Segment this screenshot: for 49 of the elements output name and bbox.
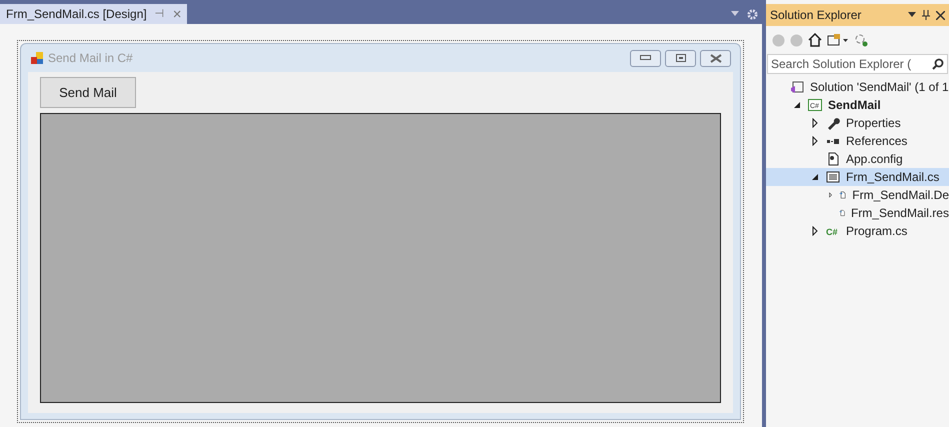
tree-item-label: Frm_SendMail.De xyxy=(852,187,949,204)
collapsed-arrow-icon[interactable] xyxy=(810,136,820,146)
close-icon[interactable] xyxy=(936,10,945,20)
search-icon[interactable] xyxy=(932,58,944,70)
close-icon xyxy=(710,54,722,62)
collapsed-arrow-icon[interactable] xyxy=(828,190,834,200)
minimize-icon xyxy=(640,55,651,61)
pin-icon[interactable] xyxy=(922,10,930,20)
minimize-button[interactable] xyxy=(630,50,661,66)
csharp-file-icon: C# xyxy=(826,224,840,238)
maximize-icon xyxy=(676,54,686,62)
expanded-arrow-icon[interactable] xyxy=(810,172,820,182)
tree-item-label: App.config xyxy=(846,151,903,168)
tree-item-label: References xyxy=(846,133,908,150)
home-icon[interactable] xyxy=(808,33,822,47)
tree-item[interactable]: App.config xyxy=(766,150,949,168)
tree-item-label: Solution 'SendMail' (1 of 1 xyxy=(810,79,949,96)
tree-item-label: Program.cs xyxy=(846,223,908,240)
send-mail-button[interactable]: Send Mail xyxy=(40,77,136,108)
collapsed-arrow-icon[interactable] xyxy=(810,226,820,236)
expanded-arrow-icon[interactable] xyxy=(792,100,802,110)
tree-item-label: SendMail xyxy=(828,97,881,114)
collapsed-arrow-icon[interactable] xyxy=(810,118,820,128)
tree-item[interactable]: Frm_SendMail.De xyxy=(766,186,949,204)
form-window[interactable]: Send Mail in C# Send Mail xyxy=(17,40,744,423)
settings-icon[interactable] xyxy=(747,8,758,20)
tree-item[interactable]: Solution 'SendMail' (1 of 1 xyxy=(766,78,949,96)
tab-title: Frm_SendMail.cs [Design] xyxy=(6,6,147,23)
search-field[interactable]: Search Solution Explorer ( xyxy=(767,54,948,74)
panel-title: Solution Explorer xyxy=(770,7,862,24)
sync-dropdown-icon[interactable] xyxy=(827,33,849,47)
solution-icon xyxy=(790,80,804,94)
form-icon xyxy=(30,51,44,65)
tree-item[interactable]: Properties xyxy=(766,114,949,132)
wrench-icon xyxy=(826,116,840,130)
tree-item[interactable]: Frm_SendMail.cs xyxy=(766,168,949,186)
form-title: Send Mail in C# xyxy=(48,50,134,67)
config-file-icon xyxy=(826,152,840,166)
tree-item-label: Frm_SendMail.cs xyxy=(846,169,940,186)
tree-item-label: Properties xyxy=(846,115,901,132)
tree-item[interactable]: References xyxy=(766,132,949,150)
maximize-button[interactable] xyxy=(665,50,696,66)
dropdown-icon[interactable] xyxy=(908,12,916,18)
tree-item[interactable]: Frm_SendMail.res xyxy=(766,204,949,222)
close-button[interactable] xyxy=(700,50,731,66)
tree-item-label: Frm_SendMail.res xyxy=(850,205,949,222)
refresh-icon[interactable] xyxy=(854,33,868,47)
tree-item[interactable]: C# Program.cs xyxy=(766,222,949,240)
form-icon xyxy=(826,170,840,184)
